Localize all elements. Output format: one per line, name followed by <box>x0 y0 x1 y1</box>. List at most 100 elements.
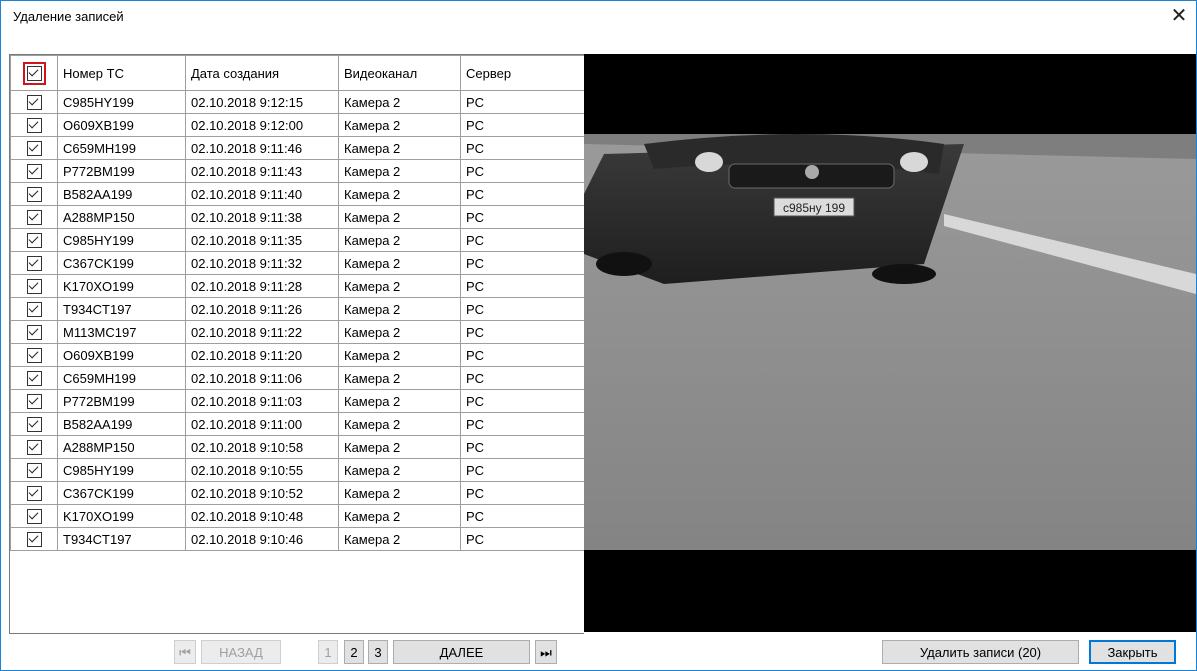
column-header-plate[interactable]: Номер ТС <box>57 55 186 91</box>
row-checkbox-cell <box>10 90 58 114</box>
channel-cell: Камера 2 <box>338 481 461 505</box>
date-cell: 02.10.2018 9:11:46 <box>185 136 339 160</box>
channel-cell: Камера 2 <box>338 412 461 436</box>
table-row[interactable]: T934CT197 02.10.2018 9:11:26 Камера 2 PC <box>10 297 584 321</box>
row-checkbox-cell <box>10 274 58 298</box>
plate-cell: P772BM199 <box>57 159 186 183</box>
date-cell: 02.10.2018 9:11:43 <box>185 159 339 183</box>
server-cell: PC <box>460 136 584 160</box>
table-row[interactable]: K170XO199 02.10.2018 9:10:48 Камера 2 PC <box>10 504 584 528</box>
row-checkbox[interactable] <box>26 210 42 226</box>
server-cell: PC <box>460 90 584 114</box>
table-row[interactable]: K170XO199 02.10.2018 9:11:28 Камера 2 PC <box>10 274 584 298</box>
row-checkbox[interactable] <box>26 463 42 479</box>
date-cell: 02.10.2018 9:10:55 <box>185 458 339 482</box>
plate-cell: C659MH199 <box>57 136 186 160</box>
channel-cell: Камера 2 <box>338 90 461 114</box>
plate-cell: K170XO199 <box>57 504 186 528</box>
table-row[interactable]: O609XB199 02.10.2018 9:11:20 Камера 2 PC <box>10 343 584 367</box>
row-checkbox[interactable] <box>26 302 42 318</box>
row-checkbox[interactable] <box>26 371 42 387</box>
server-cell: PC <box>460 297 584 321</box>
first-page-button[interactable]: ⏮ <box>174 640 196 664</box>
row-checkbox[interactable] <box>26 279 42 295</box>
channel-cell: Камера 2 <box>338 274 461 298</box>
server-cell: PC <box>460 481 584 505</box>
table-row[interactable]: C659MH199 02.10.2018 9:11:06 Камера 2 PC <box>10 366 584 390</box>
date-cell: 02.10.2018 9:10:48 <box>185 504 339 528</box>
table-row[interactable]: A288MP150 02.10.2018 9:11:38 Камера 2 PC <box>10 205 584 229</box>
table-row[interactable]: B582AA199 02.10.2018 9:11:00 Камера 2 PC <box>10 412 584 436</box>
delete-records-button[interactable]: Удалить записи (20) <box>882 640 1079 664</box>
channel-cell: Камера 2 <box>338 458 461 482</box>
row-checkbox[interactable] <box>26 394 42 410</box>
page-2-button[interactable]: 2 <box>344 640 364 664</box>
row-checkbox[interactable] <box>26 118 42 134</box>
plate-cell: P772BM199 <box>57 389 186 413</box>
date-cell: 02.10.2018 9:11:20 <box>185 343 339 367</box>
table-row[interactable]: C985HY199 02.10.2018 9:12:15 Камера 2 PC <box>10 90 584 114</box>
row-checkbox[interactable] <box>26 325 42 341</box>
channel-cell: Камера 2 <box>338 228 461 252</box>
date-cell: 02.10.2018 9:11:22 <box>185 320 339 344</box>
channel-cell: Камера 2 <box>338 297 461 321</box>
close-button[interactable]: Закрыть <box>1089 640 1176 664</box>
row-checkbox[interactable] <box>26 486 42 502</box>
channel-cell: Камера 2 <box>338 136 461 160</box>
plate-cell: T934CT197 <box>57 297 186 321</box>
row-checkbox[interactable] <box>26 187 42 203</box>
date-cell: 02.10.2018 9:11:26 <box>185 297 339 321</box>
plate-cell: O609XB199 <box>57 343 186 367</box>
row-checkbox-cell <box>10 435 58 459</box>
row-checkbox-cell <box>10 481 58 505</box>
date-cell: 02.10.2018 9:12:15 <box>185 90 339 114</box>
row-checkbox[interactable] <box>26 164 42 180</box>
page-1-button[interactable]: 1 <box>318 640 338 664</box>
table-row[interactable]: M113MC197 02.10.2018 9:11:22 Камера 2 PC <box>10 320 584 344</box>
column-header-channel[interactable]: Видеоканал <box>338 55 461 91</box>
row-checkbox[interactable] <box>26 141 42 157</box>
row-checkbox[interactable] <box>26 440 42 456</box>
row-checkbox-cell <box>10 205 58 229</box>
row-checkbox-cell <box>10 251 58 275</box>
back-button[interactable]: НАЗАД <box>201 640 281 664</box>
row-checkbox[interactable] <box>26 417 42 433</box>
next-button[interactable]: ДАЛЕЕ <box>393 640 530 664</box>
title-bar: Удаление записей ✕ <box>1 1 1196 31</box>
channel-cell: Камера 2 <box>338 366 461 390</box>
channel-cell: Камера 2 <box>338 159 461 183</box>
row-checkbox[interactable] <box>26 532 42 548</box>
last-page-button[interactable]: ⏭ <box>535 640 557 664</box>
server-cell: PC <box>460 527 584 551</box>
table-row[interactable]: C985HY199 02.10.2018 9:10:55 Камера 2 PC <box>10 458 584 482</box>
row-checkbox[interactable] <box>26 256 42 272</box>
plate-cell: C659MH199 <box>57 366 186 390</box>
table-row[interactable]: C367CK199 02.10.2018 9:11:32 Камера 2 PC <box>10 251 584 275</box>
column-header-date[interactable]: Дата создания <box>185 55 339 91</box>
table-row[interactable]: C659MH199 02.10.2018 9:11:46 Камера 2 PC <box>10 136 584 160</box>
table-row[interactable]: P772BM199 02.10.2018 9:11:43 Камера 2 PC <box>10 159 584 183</box>
close-icon[interactable]: ✕ <box>1166 3 1192 29</box>
row-checkbox[interactable] <box>26 233 42 249</box>
row-checkbox-cell <box>10 320 58 344</box>
table-row[interactable]: P772BM199 02.10.2018 9:11:03 Камера 2 PC <box>10 389 584 413</box>
select-all-checkbox[interactable] <box>26 65 42 81</box>
row-checkbox[interactable] <box>26 95 42 111</box>
table-row[interactable]: A288MP150 02.10.2018 9:10:58 Камера 2 PC <box>10 435 584 459</box>
row-checkbox[interactable] <box>26 348 42 364</box>
date-cell: 02.10.2018 9:11:06 <box>185 366 339 390</box>
table-row[interactable]: O609XB199 02.10.2018 9:12:00 Камера 2 PC <box>10 113 584 137</box>
table-row[interactable]: C985HY199 02.10.2018 9:11:35 Камера 2 PC <box>10 228 584 252</box>
table-row[interactable]: T934CT197 02.10.2018 9:10:46 Камера 2 PC <box>10 527 584 551</box>
table-row[interactable]: B582AA199 02.10.2018 9:11:40 Камера 2 PC <box>10 182 584 206</box>
column-header-server[interactable]: Сервер <box>460 55 584 91</box>
page-3-button[interactable]: 3 <box>368 640 388 664</box>
channel-cell: Камера 2 <box>338 182 461 206</box>
date-cell: 02.10.2018 9:11:38 <box>185 205 339 229</box>
server-cell: PC <box>460 412 584 436</box>
row-checkbox-cell <box>10 389 58 413</box>
row-checkbox[interactable] <box>26 509 42 525</box>
table-row[interactable]: C367CK199 02.10.2018 9:10:52 Камера 2 PC <box>10 481 584 505</box>
row-checkbox-cell <box>10 343 58 367</box>
server-cell: PC <box>460 504 584 528</box>
